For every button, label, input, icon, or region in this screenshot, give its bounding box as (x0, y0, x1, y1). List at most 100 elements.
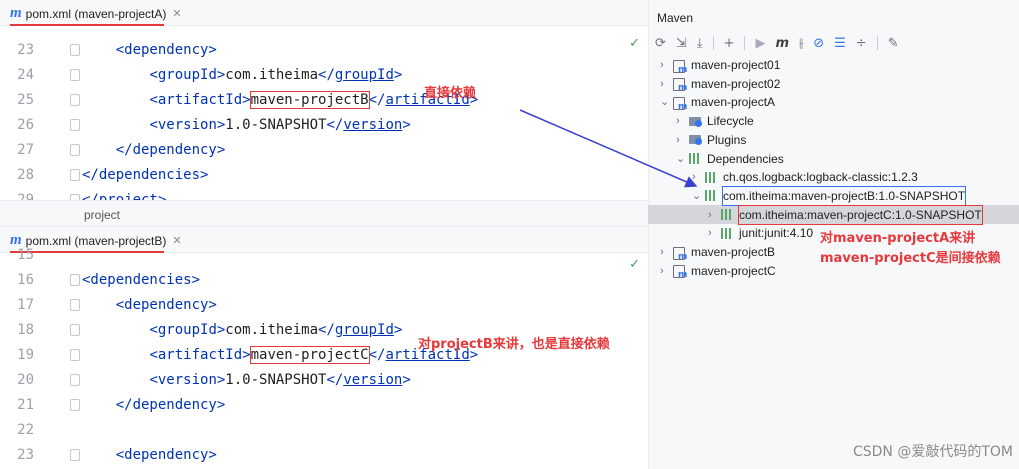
toggle-offline-icon[interactable]: ⫲ (799, 36, 803, 51)
reload-icon[interactable]: ⟳ (655, 36, 666, 51)
fold-marker-icon[interactable] (70, 274, 80, 286)
fold-marker-icon[interactable] (70, 44, 80, 56)
code-line[interactable]: 26 <version>1.0-SNAPSHOT</version> (0, 113, 648, 138)
reimport-icon[interactable]: ⇲ (676, 36, 687, 51)
annotation-indirect-1: 对maven-projectA来讲 (820, 231, 976, 246)
code-token: <dependency> (115, 447, 217, 463)
chevron-right-icon[interactable]: › (708, 224, 720, 242)
fold-marker-icon[interactable] (70, 349, 80, 361)
tree-node-label: maven-projectA (691, 95, 776, 110)
code-token: com.itheima (225, 67, 319, 83)
line-number: 19 (17, 347, 34, 363)
editor-tab-a[interactable]: m pom.xml (maven-projectA) ✕ (10, 3, 182, 26)
settings-icon[interactable]: ✎ (888, 36, 899, 51)
code-text: </dependencies> (82, 163, 208, 188)
tree-node[interactable]: › maven-projectC (660, 262, 776, 285)
chevron-right-icon[interactable]: › (660, 56, 672, 74)
chevron-right-icon[interactable]: › (660, 262, 672, 280)
tree-node[interactable]: › maven-projectB (660, 243, 775, 266)
maven-file-icon: m (10, 5, 22, 21)
tree-node-label: Dependencies (707, 151, 784, 166)
code-text: </project> (82, 188, 166, 200)
tree-node[interactable]: › Plugins (676, 131, 746, 149)
code-line[interactable]: 22 (0, 418, 648, 443)
fold-marker-icon[interactable] (70, 169, 80, 181)
close-icon[interactable]: ✕ (172, 7, 181, 20)
fold-marker-icon[interactable] (70, 299, 80, 311)
tree-node[interactable]: › Lifecycle (676, 112, 754, 130)
skip-tests-icon[interactable]: ⊘ (813, 36, 824, 51)
code-line[interactable]: 16 <dependencies> (0, 268, 648, 293)
show-dependencies-icon[interactable]: ☰ (834, 36, 846, 51)
code-token: <dependency> (115, 297, 217, 313)
project-icon (672, 264, 687, 284)
line-number: 23 (17, 42, 34, 58)
chevron-right-icon[interactable]: › (660, 243, 672, 261)
tree-node-label: ch.qos.logback:logback-classic:1.2.3 (723, 170, 918, 185)
maven-goal-icon[interactable]: m (775, 36, 789, 51)
code-line[interactable]: 29 </project> (0, 188, 648, 200)
line-number: 28 (17, 167, 34, 183)
chevron-down-icon[interactable]: ⌄ (692, 187, 704, 205)
tree-node[interactable]: › maven-project02 (660, 75, 780, 98)
tree-node[interactable]: ⌄ Dependencies (676, 150, 784, 168)
fold-marker-icon[interactable] (70, 144, 80, 156)
tree-node[interactable]: › com.itheima:maven-projectC:1.0-SNAPSHOT (708, 204, 983, 225)
code-line[interactable]: 27 </dependency> (0, 138, 648, 163)
code-token: groupId (334, 67, 394, 83)
code-line[interactable]: 24 <groupId>com.itheima</groupId> (0, 63, 648, 88)
line-number: 27 (17, 142, 34, 158)
chevron-right-icon[interactable]: › (676, 112, 688, 130)
fold-marker-icon[interactable] (70, 119, 80, 131)
tree-node[interactable]: ⌄ com.itheima:maven-projectB:1.0-SNAPSHOT (692, 185, 967, 206)
code-line[interactable]: 15 (0, 243, 648, 268)
tab-label-a: pom.xml (maven-projectA) (25, 6, 167, 21)
annotation-direct-a: 直接依赖 (424, 86, 477, 101)
line-number: 15 (17, 247, 34, 263)
code-line[interactable]: 25 <artifactId>maven-projectB</artifactI… (0, 88, 648, 113)
code-line[interactable]: 20 <version>1.0-SNAPSHOT</version> (0, 368, 648, 393)
chevron-right-icon[interactable]: › (692, 168, 704, 186)
code-line[interactable]: 21 </dependency> (0, 393, 648, 418)
download-icon[interactable]: ⤓ (697, 36, 703, 51)
chevron-down-icon[interactable]: ⌄ (660, 93, 672, 111)
fold-marker-icon[interactable] (70, 399, 80, 411)
add-icon[interactable]: + (724, 36, 735, 51)
fold-marker-icon[interactable] (70, 449, 80, 461)
chevron-down-icon[interactable]: ⌄ (676, 150, 688, 168)
code-token: </project> (82, 192, 167, 200)
collapse-all-icon[interactable]: ÷ (856, 36, 867, 51)
code-line[interactable]: 23 <dependency> (0, 443, 648, 468)
library-icon (704, 171, 719, 184)
tree-node[interactable]: ⌄ maven-projectA (660, 93, 776, 116)
fold-marker-icon[interactable] (70, 69, 80, 81)
code-token: 1.0-SNAPSHOT (225, 372, 327, 388)
tree-node[interactable]: › maven-project01 (660, 56, 780, 79)
fold-marker-icon[interactable] (70, 94, 80, 106)
breadcrumb-bar: project (0, 200, 648, 227)
fold-marker-icon[interactable] (70, 374, 80, 386)
breadcrumb-project[interactable]: project (84, 208, 120, 222)
tree-node[interactable]: › ch.qos.logback:logback-classic:1.2.3 (692, 168, 918, 186)
code-token: <groupId> (149, 67, 226, 83)
code-line[interactable]: 28 </dependencies> (0, 163, 648, 188)
code-text: </dependency> (82, 138, 226, 163)
code-text: <dependency> (82, 293, 217, 318)
folder-icon (688, 133, 703, 146)
chevron-right-icon[interactable]: › (660, 75, 672, 93)
code-text: <artifactId>maven-projectB</artifactId> (82, 88, 478, 113)
line-number: 21 (17, 397, 34, 413)
chevron-right-icon[interactable]: › (708, 206, 720, 224)
code-line[interactable]: 23 <dependency> (0, 38, 648, 63)
fold-marker-icon[interactable] (70, 324, 80, 336)
code-token: </ (326, 117, 344, 133)
chevron-right-icon[interactable]: › (676, 131, 688, 149)
code-line[interactable]: 17 <dependency> (0, 293, 648, 318)
run-icon[interactable]: ▶ (755, 36, 765, 51)
tree-node[interactable]: › junit:junit:4.10 (708, 224, 813, 242)
